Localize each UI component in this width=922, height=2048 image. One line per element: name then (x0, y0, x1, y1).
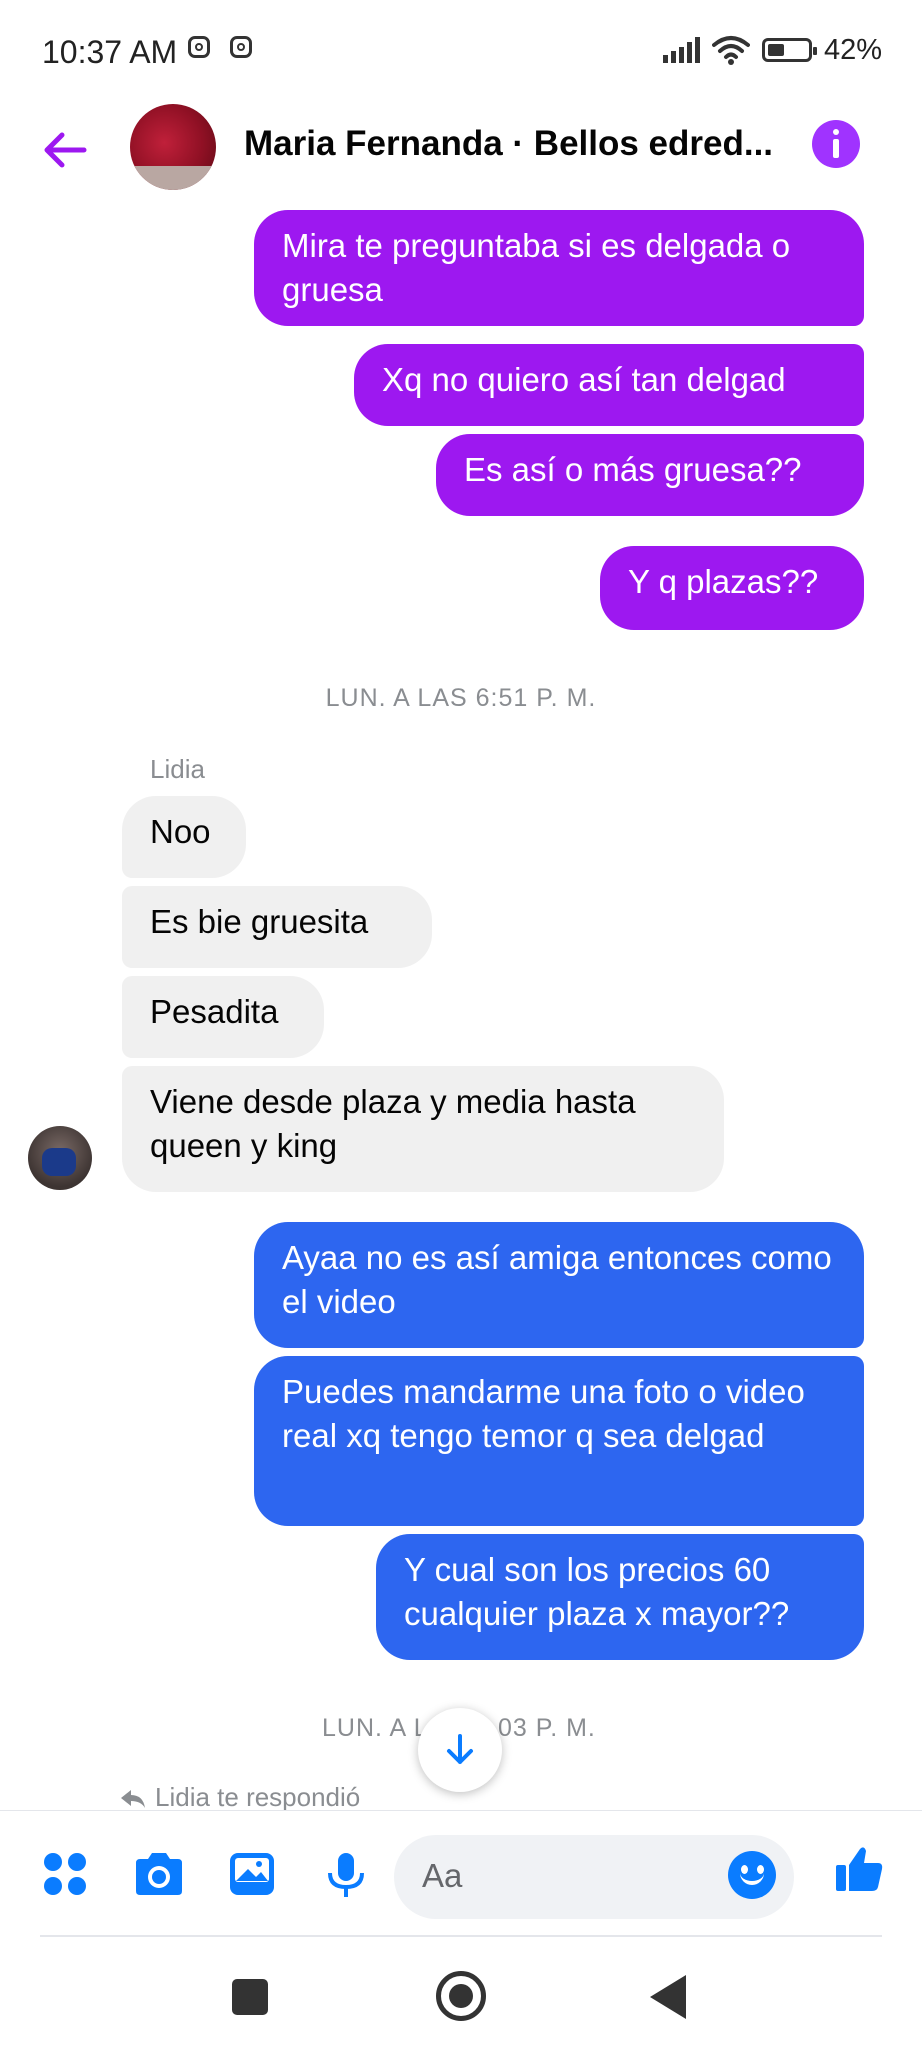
status-bar: 10:37 AM 42% (0, 0, 922, 100)
apps-icon[interactable] (42, 1851, 88, 1897)
reply-indicator: Lidia te respondió (121, 1782, 361, 1813)
message-composer: Aa (0, 1810, 922, 1935)
message-input-placeholder: Aa (422, 1857, 463, 1894)
outgoing-message[interactable]: Xq no quiero así tan delgad (354, 344, 864, 426)
message-timestamp: LUN. A L (322, 1714, 429, 1742)
battery-percent: 42% (823, 33, 882, 66)
recents-button[interactable] (232, 1979, 268, 2015)
instagram-icon (230, 36, 252, 58)
message-timestamp: LUN. A LAS 6:51 P. M. (325, 684, 597, 712)
sender-name: Lidia (150, 754, 205, 784)
conversation-title[interactable]: Maria Fernanda · Bellos edred... (244, 124, 774, 164)
instagram-icon (188, 36, 210, 58)
message-input[interactable]: Aa (394, 1835, 794, 1919)
gallery-icon[interactable] (228, 1851, 276, 1897)
wifi-icon (711, 36, 750, 65)
outgoing-message[interactable]: Es así o más gruesa?? (436, 434, 864, 516)
microphone-icon[interactable] (324, 1851, 368, 1899)
like-icon[interactable] (834, 1845, 884, 1895)
reply-icon (121, 1790, 145, 1808)
contact-avatar[interactable] (130, 104, 216, 190)
message-timestamp: 03 P. M. (498, 1714, 596, 1742)
incoming-message[interactable]: Noo (122, 796, 246, 878)
info-icon[interactable] (812, 120, 860, 168)
signal-icon (662, 37, 700, 63)
outgoing-message[interactable]: Mira te preguntaba si es delgada o grues… (254, 210, 864, 326)
incoming-message[interactable]: Es bie gruesita (122, 886, 432, 968)
system-nav-bar (0, 1937, 922, 2048)
arrow-down-icon (447, 1734, 473, 1764)
outgoing-message[interactable]: Y cual son los precios 60 cualquier plaz… (376, 1534, 864, 1660)
incoming-message[interactable]: Pesadita (122, 976, 324, 1058)
battery-icon (761, 38, 817, 62)
scroll-to-bottom-button[interactable] (418, 1708, 502, 1792)
sender-avatar[interactable] (28, 1126, 92, 1190)
outgoing-message[interactable]: Y q plazas?? (600, 546, 864, 630)
back-button[interactable] (650, 1975, 686, 2019)
outgoing-message[interactable]: Puedes mandarme una foto o video real xq… (254, 1356, 864, 1526)
status-time: 10:37 AM (42, 34, 178, 70)
outgoing-message[interactable]: Ayaa no es así amiga entonces como el vi… (254, 1222, 864, 1348)
incoming-message[interactable]: Viene desde plaza y media hasta queen y … (122, 1066, 724, 1192)
back-arrow-icon[interactable] (40, 125, 90, 175)
reply-note-text: Lidia te respondió (155, 1782, 361, 1812)
conversation-header: Maria Fernanda · Bellos edred... (0, 100, 922, 200)
home-button[interactable] (436, 1971, 486, 2021)
emoji-icon[interactable] (728, 1851, 776, 1899)
camera-icon[interactable] (132, 1851, 186, 1897)
